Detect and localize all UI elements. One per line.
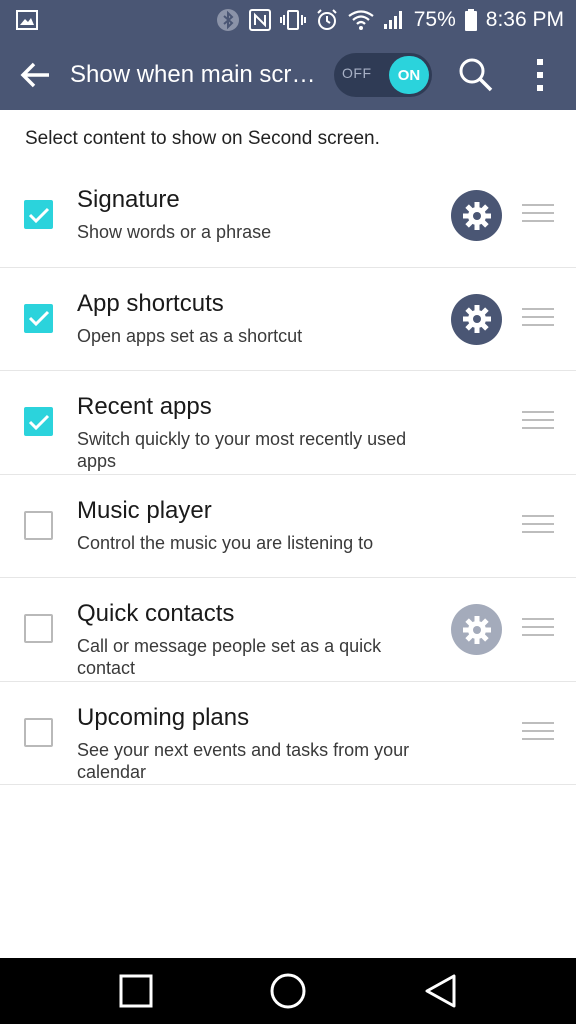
gear-icon xyxy=(462,615,491,644)
drag-handle[interactable] xyxy=(522,514,554,537)
drag-handle[interactable] xyxy=(522,307,554,330)
list-item-title: Signature xyxy=(77,186,180,213)
square-icon xyxy=(119,974,153,1008)
status-bar: 75% 8:36 PM xyxy=(0,0,576,40)
circle-icon xyxy=(270,973,306,1009)
signature-settings-button[interactable] xyxy=(451,190,502,241)
list-item-recent-apps[interactable]: Recent apps Switch quickly to your most … xyxy=(0,371,576,475)
more-vert-icon xyxy=(537,59,543,91)
list-item-quick-contacts[interactable]: Quick contacts Call or message people se… xyxy=(0,578,576,682)
music-player-checkbox[interactable] xyxy=(24,510,53,540)
image-icon xyxy=(16,10,38,30)
navigation-bar xyxy=(0,958,576,1024)
triangle-back-icon xyxy=(425,974,456,1008)
check-icon xyxy=(28,414,49,430)
list-item-title: Upcoming plans xyxy=(77,703,250,731)
arrow-left-icon xyxy=(20,62,49,88)
list-item-subtitle: Call or message people set as a quick co… xyxy=(77,636,382,678)
alarm-icon xyxy=(315,8,339,32)
home-button[interactable] xyxy=(248,958,328,1024)
search-button[interactable] xyxy=(454,40,498,110)
main-toggle[interactable]: OFF ON xyxy=(334,53,432,97)
recents-button[interactable] xyxy=(96,958,176,1024)
list-item-app-shortcuts[interactable]: App shortcuts Open apps set as a shortcu… xyxy=(0,268,576,371)
app-shortcuts-settings-button[interactable] xyxy=(451,293,502,345)
drag-handle[interactable] xyxy=(522,618,554,640)
back-nav-button[interactable] xyxy=(400,958,480,1024)
list-item-signature[interactable]: Signature Show words or a phrase xyxy=(0,164,576,268)
upcoming-plans-checkbox[interactable] xyxy=(24,717,53,747)
page-title: Show when main screen off xyxy=(70,61,328,88)
quick-contacts-settings-button[interactable] xyxy=(451,604,502,655)
battery-percent: 75% xyxy=(413,8,456,31)
more-options-button[interactable] xyxy=(520,40,560,110)
list-item-title: App shortcuts xyxy=(77,289,224,317)
list-item-subtitle: Show words or a phrase xyxy=(77,222,272,242)
list-item-subtitle: Switch quickly to your most recently use… xyxy=(77,429,407,471)
gear-icon xyxy=(462,201,491,230)
battery-icon xyxy=(464,9,477,31)
drag-handle[interactable] xyxy=(522,411,554,433)
recent-apps-checkbox[interactable] xyxy=(24,407,53,436)
toggle-knob: ON xyxy=(389,56,429,94)
app-shortcuts-checkbox[interactable] xyxy=(24,303,53,333)
drag-handle[interactable] xyxy=(522,721,554,744)
list-item-music-player[interactable]: Music player Control the music you are l… xyxy=(0,475,576,578)
intro-text: Select content to show on Second screen. xyxy=(25,128,380,149)
drag-handle[interactable] xyxy=(522,204,554,226)
list-item-upcoming-plans[interactable]: Upcoming plans See your next events and … xyxy=(0,682,576,785)
check-icon xyxy=(28,310,49,327)
signal-icon xyxy=(383,10,405,30)
app-bar: Show when main screen off OFF ON xyxy=(0,40,576,110)
content-list: Select content to show on Second screen.… xyxy=(0,110,576,785)
list-item-title: Recent apps xyxy=(77,393,212,420)
back-button[interactable] xyxy=(0,40,70,110)
check-icon xyxy=(28,207,49,223)
wifi-icon xyxy=(348,10,374,30)
list-item-title: Music player xyxy=(77,496,212,524)
bluetooth-icon xyxy=(216,8,240,32)
toggle-off-label: OFF xyxy=(342,65,372,81)
search-icon xyxy=(459,58,493,92)
list-item-subtitle: See your next events and tasks from your… xyxy=(77,739,410,782)
status-time: 8:36 PM xyxy=(485,8,564,31)
gear-icon xyxy=(462,305,491,333)
list-item-title: Quick contacts xyxy=(77,600,235,627)
vibrate-icon xyxy=(279,9,306,31)
list-item-subtitle: Control the music you are listening to xyxy=(77,532,374,553)
quick-contacts-checkbox[interactable] xyxy=(24,614,53,643)
nfc-icon xyxy=(248,9,271,31)
list-item-subtitle: Open apps set as a shortcut xyxy=(77,325,303,346)
signature-checkbox[interactable] xyxy=(24,200,53,229)
